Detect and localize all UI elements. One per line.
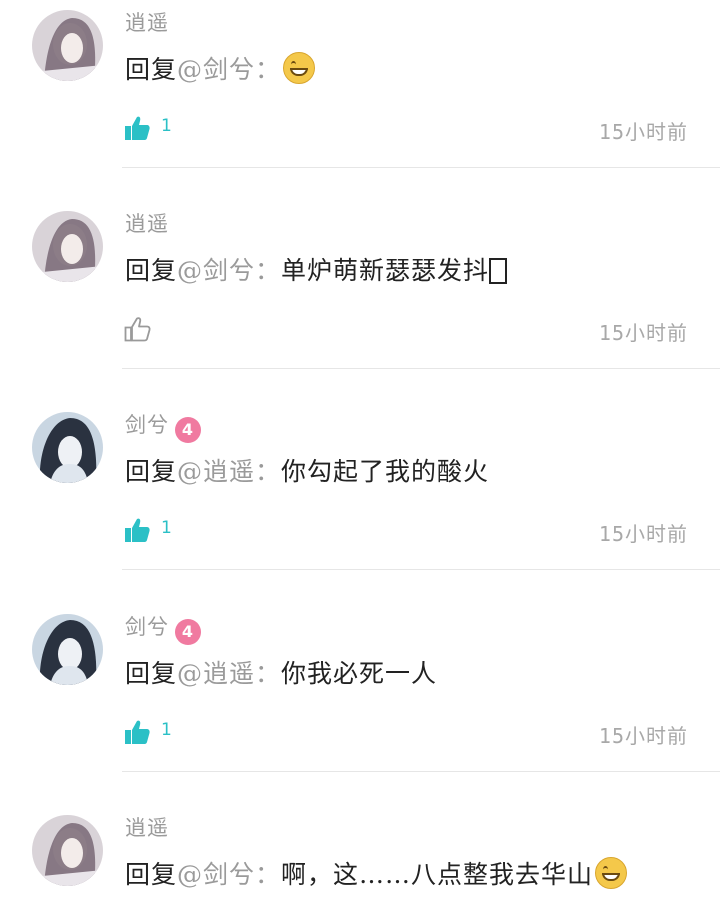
separator: ： — [255, 55, 282, 84]
username-label: 剑兮 — [125, 413, 169, 437]
reply-prefix: 回复 — [125, 860, 178, 889]
comment-text: 回复@逍遥：你勾起了我的酸火 — [125, 452, 489, 488]
comment-body: 单炉萌新瑟瑟发抖 — [281, 256, 490, 285]
mention-link[interactable]: @剑兮 — [177, 55, 255, 84]
thumbs-up-icon — [125, 518, 150, 542]
comment-text: 回复@剑兮：单炉萌新瑟瑟发抖 — [125, 251, 508, 287]
avatar[interactable] — [32, 412, 103, 483]
timestamp: 15小时前 — [598, 120, 688, 144]
mention-link[interactable]: @逍遥 — [177, 457, 255, 486]
mention-link[interactable]: @剑兮 — [177, 256, 255, 285]
reply-prefix: 回复 — [125, 256, 178, 285]
reply-prefix: 回复 — [125, 659, 178, 688]
thumbs-up-icon — [125, 720, 150, 744]
like-button[interactable]: 1 — [122, 113, 172, 143]
comment-body: 啊，这……八点整我去华山 — [281, 860, 594, 889]
comment-body: 你我必死一人 — [281, 659, 438, 688]
username[interactable]: 逍遥 — [125, 208, 169, 238]
avatar[interactable] — [32, 10, 103, 81]
username-label: 剑兮 — [125, 615, 169, 639]
username[interactable]: 剑兮 4 — [125, 409, 201, 443]
like-button[interactable]: 1 — [122, 717, 172, 747]
separator: ： — [255, 457, 282, 486]
like-count: 1 — [161, 518, 172, 538]
level-badge: 4 — [175, 417, 201, 443]
avatar[interactable] — [32, 815, 103, 886]
grinning-emoji-icon — [283, 52, 316, 84]
mention-link[interactable]: @逍遥 — [177, 659, 255, 688]
username[interactable]: 逍遥 — [125, 7, 169, 37]
timestamp: 15小时前 — [598, 522, 688, 546]
like-count: 1 — [161, 720, 172, 740]
reply-prefix: 回复 — [125, 55, 178, 84]
avatar[interactable] — [32, 211, 103, 282]
level-badge: 4 — [175, 619, 201, 645]
missing-glyph-box — [489, 258, 508, 284]
username[interactable]: 剑兮 4 — [125, 611, 201, 645]
thumbs-up-outline-icon — [124, 317, 151, 342]
divider — [122, 368, 720, 369]
reply-prefix: 回复 — [125, 457, 178, 486]
avatar[interactable] — [32, 614, 103, 685]
username[interactable]: 逍遥 — [125, 812, 169, 842]
like-count: 1 — [161, 116, 172, 136]
mention-link[interactable]: @剑兮 — [177, 860, 255, 889]
comment-text: 回复@剑兮： — [125, 50, 316, 86]
like-button[interactable] — [122, 314, 161, 344]
separator: ： — [255, 659, 282, 688]
divider — [122, 771, 720, 772]
divider — [122, 167, 720, 168]
timestamp: 15小时前 — [598, 724, 688, 748]
like-button[interactable]: 1 — [122, 515, 172, 545]
divider — [122, 569, 720, 570]
separator: ： — [255, 860, 282, 889]
comment-body: 你勾起了我的酸火 — [281, 457, 490, 486]
comment-text: 回复@剑兮：啊，这……八点整我去华山 — [125, 855, 628, 891]
timestamp: 15小时前 — [598, 321, 688, 345]
thumbs-up-icon — [125, 116, 150, 140]
comment-text: 回复@逍遥：你我必死一人 — [125, 654, 437, 690]
grinning-emoji-icon — [595, 857, 628, 889]
separator: ： — [255, 256, 282, 285]
